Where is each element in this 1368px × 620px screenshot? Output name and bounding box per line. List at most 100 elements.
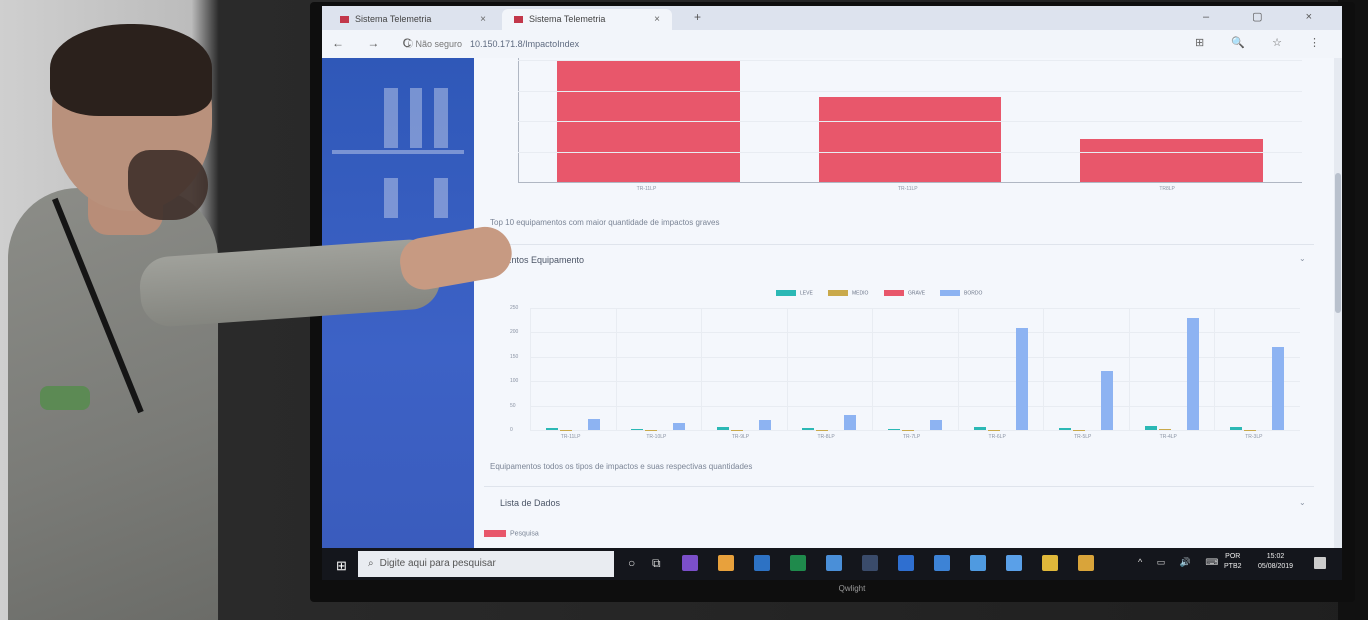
x-tick-label: TR8LP: [1159, 186, 1175, 192]
search-icon: ⌕: [368, 558, 374, 569]
sidebar-decoration: [384, 88, 398, 148]
sidebar-decoration: [434, 88, 448, 148]
chart-bar: [587, 419, 600, 430]
divider: [484, 244, 1314, 245]
system-tray[interactable]: ^ ▭ 🔊 ⌨: [1138, 557, 1224, 568]
chart-bar: [1158, 429, 1171, 430]
legend-item: BORDO: [940, 290, 982, 296]
x-tick-label: TR-6LP: [988, 434, 1006, 440]
scrollbar-thumb[interactable]: [1335, 173, 1341, 313]
presenter-beard: [128, 150, 208, 220]
taskbar-app-outlook-icon[interactable]: [754, 555, 770, 571]
x-tick-label: TR-7LP: [903, 434, 921, 440]
chart-bar: [1272, 347, 1285, 430]
y-tick-label: 0: [510, 427, 513, 433]
y-tick-label: 200: [510, 329, 519, 336]
x-tick-label: TR-11LP: [560, 434, 581, 440]
monitor-brand: Qwlight: [838, 584, 866, 593]
x-tick-label: TR-4LP: [1159, 434, 1177, 440]
close-tab-icon[interactable]: ×: [480, 9, 486, 30]
clock-time: 15:02: [1266, 553, 1285, 560]
chart-bar: [631, 428, 644, 430]
legend-swatch: [940, 290, 960, 296]
collapse-chevron-icon[interactable]: ⌄: [1299, 498, 1306, 507]
grid-line: [530, 332, 1300, 334]
new-tab-button[interactable]: +: [694, 10, 701, 24]
taskbar-app-remote-icon[interactable]: [934, 555, 950, 571]
main-content: TR-11LP TR-11LP TR8LP Top 10 equipamentos …: [474, 58, 1334, 548]
sidebar-decoration: [434, 178, 448, 218]
legend-item: MEDIO: [828, 290, 868, 296]
taskbar-app-app-globe-icon[interactable]: [970, 555, 986, 571]
address-bar[interactable]: ⓘ Não seguro 10.150.171.8/ImpactoIndex: [404, 34, 1194, 54]
top-chart-caption: Top 10 equipamentos com maior quantidade…: [490, 218, 720, 227]
chart-bar: [802, 427, 815, 430]
page-scrollbar[interactable]: [1334, 58, 1342, 548]
taskbar-app-excel-icon[interactable]: [790, 555, 806, 571]
grid-line: [615, 308, 617, 430]
browser-tab[interactable]: Sistema Telemetria ×: [328, 9, 498, 30]
chart-bar: [973, 427, 986, 430]
tab-label: Sistema Telemetria: [529, 14, 606, 24]
y-tick-label: 50: [510, 402, 516, 409]
grid-line: [530, 381, 1300, 383]
browser-tab-active[interactable]: Sistema Telemetria ×: [502, 9, 672, 30]
divider: [484, 486, 1314, 487]
taskbar-app-chrome-icon[interactable]: [718, 555, 734, 571]
y-axis: [518, 58, 519, 182]
language-code: POR: [1225, 553, 1241, 560]
chart-bar: [888, 428, 900, 430]
grid-line: [1214, 308, 1216, 430]
screen: Sistema Telemetria × Sistema Telemetria …: [322, 6, 1342, 580]
legend-item: LEVE: [776, 290, 813, 296]
chart-bar: [818, 96, 1002, 182]
chart-bar: [1230, 427, 1243, 430]
taskbar-search[interactable]: ⌕ Digite aqui para pesquisar: [358, 551, 614, 577]
window-controls[interactable]: – ▢ ×: [1203, 10, 1332, 23]
chart-bar: [930, 420, 942, 430]
x-tick-label: TR-10LP: [646, 434, 667, 440]
x-axis: [518, 182, 1302, 183]
taskbar-app-app-grid-icon[interactable]: [1078, 555, 1094, 571]
grid-line: [530, 405, 1300, 407]
legend-item: GRAVE: [884, 290, 925, 296]
taskbar-app-visual-studio-icon[interactable]: [682, 555, 698, 571]
taskbar-app-app-blue-2-icon[interactable]: [898, 555, 914, 571]
url-text: 10.150.171.8/ImpactoIndex: [470, 39, 580, 49]
collapse-chevron-icon[interactable]: ⌄: [1299, 254, 1306, 263]
taskbar-app-explorer-icon[interactable]: [1042, 555, 1058, 571]
notification-center-icon[interactable]: [1314, 557, 1326, 569]
grid-line: [1128, 308, 1130, 430]
cortana-button[interactable]: ○: [628, 556, 635, 570]
grid-line: [530, 430, 1300, 431]
task-view-button[interactable]: ⧉: [652, 556, 661, 571]
sidebar-decoration: [410, 88, 422, 148]
grid-line: [518, 121, 1302, 122]
top-impacts-chart: TR-11LP TR-11LP TR8LP: [474, 58, 1334, 208]
close-tab-icon[interactable]: ×: [654, 9, 660, 30]
chart-bar: [758, 420, 771, 430]
security-indicator[interactable]: ⓘ Não seguro: [404, 39, 462, 49]
toolbar-icons[interactable]: ⊞ 🔍 ☆ ⋮: [1195, 36, 1332, 49]
taskbar-app-calculator-icon[interactable]: [862, 555, 878, 571]
chart-bar: [1079, 139, 1263, 182]
taskbar-clock[interactable]: 15:02 05/08/2019: [1258, 552, 1293, 572]
third-card-title: Lista de Dados: [500, 498, 561, 508]
x-tick-label: TR-3LP: [1245, 434, 1263, 440]
start-button[interactable]: ⊞: [336, 558, 347, 574]
chart-bar: [844, 415, 857, 430]
sidebar-decoration: [384, 178, 398, 218]
legend-swatch: [776, 290, 796, 296]
taskbar-app-app-people-icon[interactable]: [1006, 555, 1022, 571]
x-tick-label: TR-8LP: [817, 434, 835, 440]
legend-swatch: [828, 290, 848, 296]
grid-line: [518, 60, 1302, 61]
taskbar-app-app-blue-icon[interactable]: [826, 555, 842, 571]
input-language[interactable]: POR PTB2: [1224, 552, 1242, 572]
sidebar-decoration: [332, 150, 464, 154]
favicon-icon: [340, 16, 349, 24]
x-tick-label: TR-11LP: [898, 186, 918, 192]
grid-line: [701, 308, 703, 430]
legend-label: BORDO: [964, 290, 983, 297]
legend-swatch: [884, 290, 904, 296]
